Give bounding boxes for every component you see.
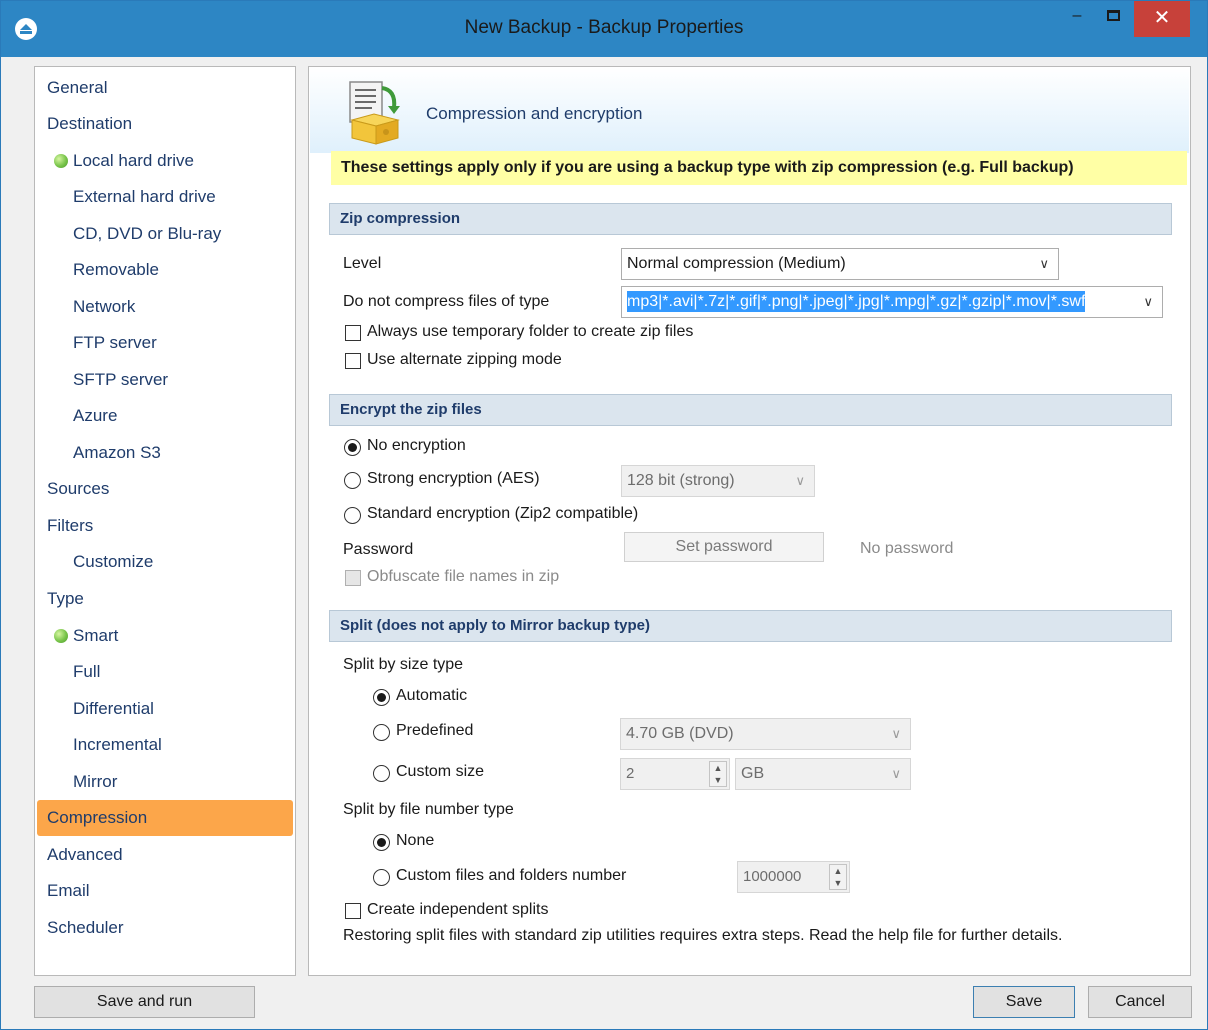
aes-strength-select[interactable]: 128 bit (strong) ∨ xyxy=(621,465,815,497)
spinner-arrows-icon[interactable]: ▲ ▼ xyxy=(829,864,847,890)
password-label: Password xyxy=(343,541,414,558)
alternate-mode-checkbox[interactable] xyxy=(345,353,361,369)
panel-title: Compression and encryption xyxy=(426,104,643,123)
title-bar[interactable]: New Backup - Backup Properties – ✕ xyxy=(1,1,1207,57)
split-custom-size-label[interactable]: Custom size xyxy=(396,763,484,781)
save-button[interactable]: Save xyxy=(973,986,1075,1018)
nav-item-external-hard-drive[interactable]: External hard drive xyxy=(73,182,216,212)
save-and-run-button[interactable]: Save and run xyxy=(34,986,255,1018)
window-title: New Backup - Backup Properties xyxy=(464,17,744,38)
nav-item-sources[interactable]: Sources xyxy=(47,474,109,504)
nav-item-scheduler[interactable]: Scheduler xyxy=(47,913,124,943)
independent-splits-label[interactable]: Create independent splits xyxy=(367,901,548,919)
maximize-button[interactable] xyxy=(1095,1,1131,33)
aes-encryption-label[interactable]: Strong encryption (AES) xyxy=(367,470,540,488)
no-encryption-label[interactable]: No encryption xyxy=(367,437,466,455)
nav-item-compression[interactable]: Compression xyxy=(47,803,147,833)
split-custom-files-radio[interactable] xyxy=(373,869,390,886)
obfuscate-label[interactable]: Obfuscate file names in zip xyxy=(367,568,559,586)
minimize-button[interactable]: – xyxy=(1059,1,1095,33)
nav-item-full[interactable]: Full xyxy=(73,657,100,687)
nav-item-type[interactable]: Type xyxy=(47,584,84,614)
compression-box-icon xyxy=(349,81,400,145)
obfuscate-checkbox[interactable] xyxy=(345,570,361,586)
settings-panel: Compression and encryption These setting… xyxy=(308,66,1191,976)
independent-splits-checkbox[interactable] xyxy=(345,903,361,919)
custom-files-spinner[interactable]: 1000000 ▲ ▼ xyxy=(737,861,850,893)
nav-item-network[interactable]: Network xyxy=(73,292,135,322)
nav-item-sftp-server[interactable]: SFTP server xyxy=(73,365,168,395)
notice-banner: These settings apply only if you are usi… xyxy=(331,151,1187,185)
split-predefined-radio[interactable] xyxy=(373,724,390,741)
split-automatic-label[interactable]: Automatic xyxy=(396,687,467,705)
no-compress-label: Do not compress files of type xyxy=(343,293,550,310)
predefined-size-select[interactable]: 4.70 GB (DVD) ∨ xyxy=(620,718,911,750)
nav-item-ftp-server[interactable]: FTP server xyxy=(73,328,157,358)
alternate-mode-label[interactable]: Use alternate zipping mode xyxy=(367,351,562,369)
section-encrypt: Encrypt the zip files xyxy=(329,394,1172,426)
status-dot-icon xyxy=(54,154,68,168)
split-automatic-radio[interactable] xyxy=(373,689,390,706)
chevron-down-icon: ∨ xyxy=(1039,256,1049,271)
zip2-encryption-label[interactable]: Standard encryption (Zip2 compatible) xyxy=(367,505,638,523)
split-file-number-label: Split by file number type xyxy=(343,801,514,818)
nav-item-filters[interactable]: Filters xyxy=(47,511,93,541)
no-compress-types-value: mp3|*.avi|*.7z|*.gif|*.png|*.jpeg|*.jpg|… xyxy=(627,291,1086,312)
split-custom-files-label[interactable]: Custom files and folders number xyxy=(396,867,626,885)
nav-item-differential[interactable]: Differential xyxy=(73,694,154,724)
custom-size-value: 2 xyxy=(626,765,635,782)
chevron-down-icon: ∨ xyxy=(795,473,805,488)
nav-item-general[interactable]: General xyxy=(47,73,107,103)
temp-folder-label[interactable]: Always use temporary folder to create zi… xyxy=(367,323,693,341)
nav-item-cd-dvd-bluray[interactable]: CD, DVD or Blu-ray xyxy=(73,219,221,249)
password-status: No password xyxy=(860,540,954,557)
split-custom-size-radio[interactable] xyxy=(373,765,390,782)
status-dot-icon xyxy=(54,629,68,643)
custom-size-unit-select[interactable]: GB ∨ xyxy=(735,758,911,790)
close-button[interactable]: ✕ xyxy=(1134,1,1190,37)
nav-item-removable[interactable]: Removable xyxy=(73,255,159,285)
maximize-icon xyxy=(1106,10,1120,22)
split-note: Restoring split files with standard zip … xyxy=(343,927,1063,944)
custom-size-spinner[interactable]: 2 ▲ ▼ xyxy=(620,758,730,790)
panel-header: Compression and encryption xyxy=(310,68,1189,153)
no-encryption-radio[interactable] xyxy=(344,439,361,456)
nav-item-advanced[interactable]: Advanced xyxy=(47,840,123,870)
aes-encryption-radio[interactable] xyxy=(344,472,361,489)
split-size-type-label: Split by size type xyxy=(343,656,464,673)
nav-item-local-hard-drive[interactable]: Local hard drive xyxy=(73,146,194,176)
nav-item-mirror[interactable]: Mirror xyxy=(73,767,117,797)
nav-item-incremental[interactable]: Incremental xyxy=(73,730,162,760)
cancel-button[interactable]: Cancel xyxy=(1088,986,1192,1018)
chevron-down-icon: ∨ xyxy=(1143,294,1153,309)
sidebar-nav: General Destination Local hard drive Ext… xyxy=(34,66,296,976)
nav-item-amazon-s3[interactable]: Amazon S3 xyxy=(73,438,161,468)
spinner-arrows-icon[interactable]: ▲ ▼ xyxy=(709,761,727,787)
custom-size-unit-value: GB xyxy=(741,765,765,782)
level-label: Level xyxy=(343,255,382,272)
nav-item-email[interactable]: Email xyxy=(47,876,90,906)
nav-item-customize[interactable]: Customize xyxy=(73,547,153,577)
nav-item-azure[interactable]: Azure xyxy=(73,401,117,431)
nav-item-destination[interactable]: Destination xyxy=(47,109,132,139)
set-password-button[interactable]: Set password xyxy=(624,532,824,562)
custom-files-value: 1000000 xyxy=(743,868,802,885)
nav-item-smart[interactable]: Smart xyxy=(73,621,118,651)
split-none-label[interactable]: None xyxy=(396,832,434,850)
backup-properties-window: New Backup - Backup Properties – ✕ Gener… xyxy=(0,0,1208,1030)
section-zip-compression: Zip compression xyxy=(329,203,1172,235)
aes-strength-value: 128 bit (strong) xyxy=(627,472,735,489)
split-none-radio[interactable] xyxy=(373,834,390,851)
zip2-encryption-radio[interactable] xyxy=(344,507,361,524)
predefined-size-value: 4.70 GB (DVD) xyxy=(626,725,734,742)
split-predefined-label[interactable]: Predefined xyxy=(396,722,473,740)
section-split: Split (does not apply to Mirror backup t… xyxy=(329,610,1172,642)
compression-level-select[interactable]: Normal compression (Medium) ∨ xyxy=(621,248,1059,280)
chevron-down-icon: ∨ xyxy=(891,726,901,741)
compression-level-value: Normal compression (Medium) xyxy=(627,255,846,272)
temp-folder-checkbox[interactable] xyxy=(345,325,361,341)
chevron-down-icon: ∨ xyxy=(891,766,901,781)
no-compress-types-combo[interactable]: mp3|*.avi|*.7z|*.gif|*.png|*.jpeg|*.jpg|… xyxy=(621,286,1163,318)
